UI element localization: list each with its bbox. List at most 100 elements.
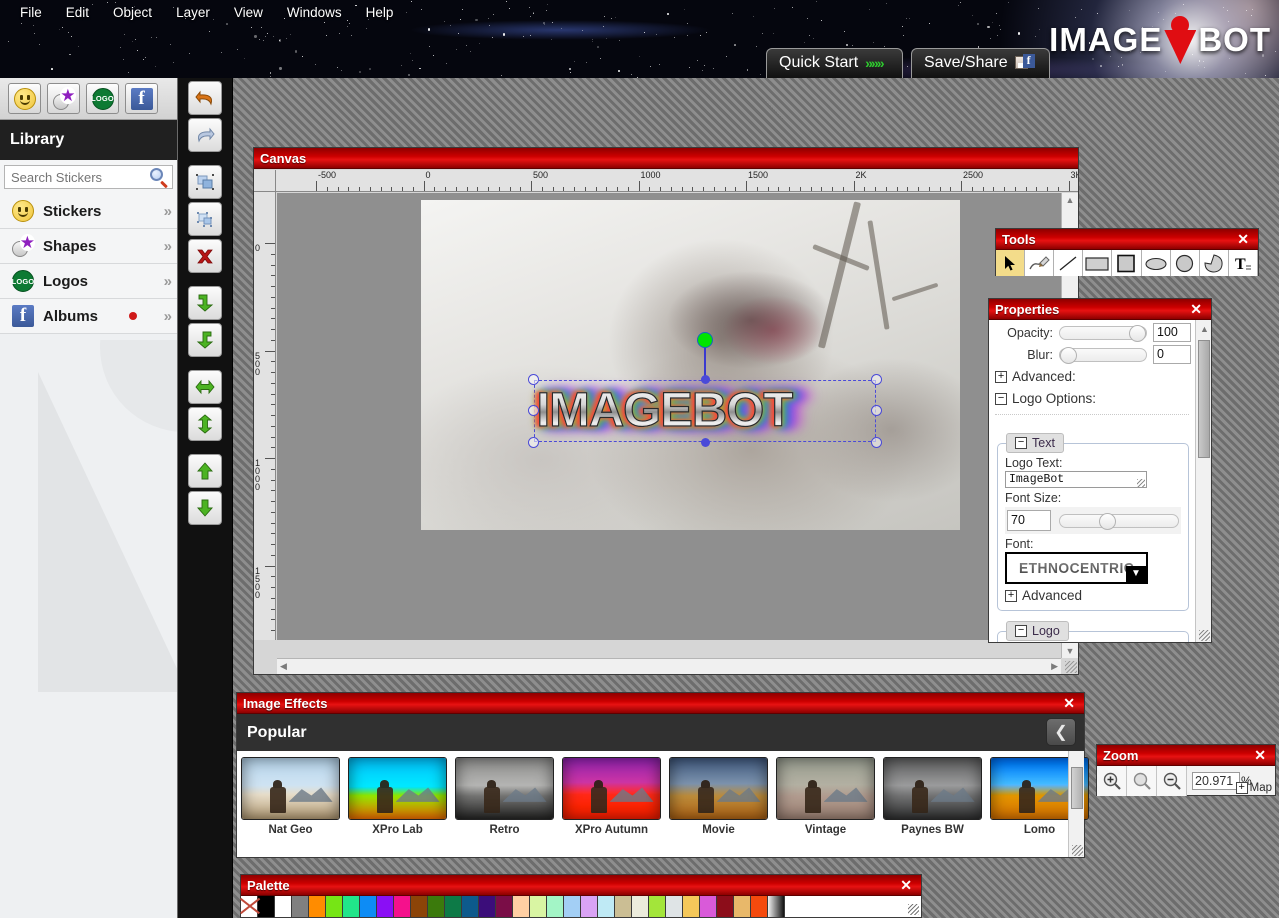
blob-shape-tool[interactable] [1199, 250, 1229, 276]
effect-thumbnail[interactable] [562, 757, 661, 820]
text-advanced-header[interactable]: + Advanced [1005, 584, 1181, 603]
shapes-tab[interactable]: ★ [47, 83, 80, 114]
close-icon[interactable]: ✕ [1060, 695, 1078, 712]
canvas-titlebar[interactable]: Canvas [254, 148, 1078, 169]
effect-item[interactable]: Movie [669, 757, 768, 857]
color-swatch[interactable] [683, 896, 700, 917]
zoom-fit-button[interactable] [1127, 766, 1157, 796]
color-swatch[interactable] [258, 896, 275, 917]
effects-titlebar[interactable]: Image Effects ✕ [237, 693, 1084, 714]
menu-item-file[interactable]: File [8, 2, 54, 23]
ellipse-tool[interactable] [1141, 250, 1171, 276]
effect-thumbnail[interactable] [883, 757, 982, 820]
back-arrow-icon[interactable]: ❮ [1046, 718, 1076, 746]
tools-titlebar[interactable]: Tools ✕ [996, 229, 1258, 250]
color-swatch[interactable] [547, 896, 564, 917]
expand-icon[interactable]: + [1005, 589, 1017, 602]
rotate-handle[interactable] [697, 332, 713, 348]
font-size-slider[interactable] [1059, 512, 1179, 530]
menu-item-edit[interactable]: Edit [54, 2, 101, 23]
color-swatch[interactable] [343, 896, 360, 917]
ungroup-button[interactable] [188, 202, 222, 236]
canvas-horizontal-scrollbar[interactable]: ◀ ▶ [277, 658, 1061, 674]
effects-resize-grip[interactable] [1072, 845, 1083, 856]
color-swatch[interactable] [615, 896, 632, 917]
opacity-slider[interactable] [1059, 324, 1147, 342]
bring-forward-button[interactable] [188, 323, 222, 357]
logo-options-section-header[interactable]: − Logo Options: [989, 386, 1195, 408]
move-up-button[interactable] [188, 454, 222, 488]
color-swatch[interactable] [394, 896, 411, 917]
quick-start-button[interactable]: Quick Start »»» [766, 48, 903, 78]
color-swatch[interactable] [445, 896, 462, 917]
text-tool[interactable]: T [1228, 250, 1258, 276]
sidebar-item-albums[interactable]: f Albums » [0, 299, 177, 334]
close-icon[interactable]: ✕ [1187, 301, 1205, 318]
effect-item[interactable]: XPro Autumn [562, 757, 661, 857]
color-swatch[interactable] [734, 896, 751, 917]
logo-text-input[interactable]: ImageBot [1005, 471, 1147, 488]
stickers-tab[interactable] [8, 83, 41, 114]
color-swatch[interactable] [275, 896, 292, 917]
resize-handle-tr[interactable] [871, 374, 882, 385]
textarea-resize-grip[interactable] [1137, 479, 1145, 487]
resize-handle-tl[interactable] [528, 374, 539, 385]
effect-thumbnail[interactable] [348, 757, 447, 820]
scroll-down-arrow[interactable]: ▼ [1066, 646, 1075, 656]
magnifier-icon[interactable] [150, 168, 168, 189]
rectangle-tool[interactable] [1083, 250, 1113, 276]
zoom-value-input[interactable]: 20.971 [1192, 772, 1240, 790]
resize-handle-t[interactable] [701, 375, 710, 384]
undo-button[interactable] [188, 81, 222, 115]
effect-item[interactable]: Nat Geo [241, 757, 340, 857]
zoom-in-button[interactable] [1097, 766, 1127, 796]
effect-thumbnail[interactable] [241, 757, 340, 820]
effect-item[interactable]: XPro Lab [348, 757, 447, 857]
color-swatch[interactable] [666, 896, 683, 917]
color-swatch[interactable] [496, 896, 513, 917]
resize-handle-bl[interactable] [528, 437, 539, 448]
effects-scrollbar[interactable] [1068, 751, 1084, 857]
color-swatch[interactable] [411, 896, 428, 917]
chevron-down-icon[interactable]: ▼ [1126, 566, 1146, 582]
effect-item[interactable]: Vintage [776, 757, 875, 857]
font-select[interactable]: ETHNOCENTRIC ▼ [1005, 552, 1148, 584]
effect-thumbnail[interactable] [669, 757, 768, 820]
zoom-out-button[interactable] [1157, 766, 1187, 796]
close-icon[interactable]: ✕ [1234, 231, 1252, 248]
menu-item-layer[interactable]: Layer [164, 2, 222, 23]
blur-slider[interactable] [1059, 346, 1147, 364]
color-swatch[interactable] [428, 896, 445, 917]
color-swatch[interactable] [377, 896, 394, 917]
circle-tool[interactable] [1170, 250, 1200, 276]
color-swatch[interactable] [462, 896, 479, 917]
opacity-value[interactable]: 100 [1153, 323, 1191, 342]
flip-vertical-button[interactable] [188, 407, 222, 441]
blur-value[interactable]: 0 [1153, 345, 1191, 364]
line-tool[interactable] [1054, 250, 1084, 276]
zoom-titlebar[interactable]: Zoom ✕ [1097, 745, 1275, 766]
canvas-resize-grip[interactable] [1065, 661, 1077, 673]
color-swatch[interactable] [513, 896, 530, 917]
expand-icon[interactable]: + [1235, 782, 1248, 794]
color-swatch[interactable] [479, 896, 496, 917]
text-group-legend[interactable]: − Text [1006, 433, 1064, 453]
palette-titlebar[interactable]: Palette ✕ [241, 875, 921, 896]
resize-handle-br[interactable] [871, 437, 882, 448]
group-button[interactable] [188, 165, 222, 199]
menu-item-object[interactable]: Object [101, 2, 164, 23]
close-icon[interactable]: ✕ [897, 877, 915, 894]
resize-handle-l[interactable] [528, 405, 539, 416]
effect-thumbnail[interactable] [776, 757, 875, 820]
logo-group-legend[interactable]: − Logo [1006, 621, 1069, 641]
color-swatch[interactable] [292, 896, 309, 917]
menu-item-view[interactable]: View [222, 2, 275, 23]
albums-tab[interactable]: f [125, 83, 158, 114]
collapse-icon[interactable]: − [1015, 437, 1027, 449]
properties-titlebar[interactable]: Properties ✕ [989, 299, 1211, 320]
sidebar-item-shapes[interactable]: ★ Shapes » [0, 229, 177, 264]
canvas-viewport[interactable]: IMAGEBOT [277, 193, 1061, 640]
scroll-right-arrow[interactable]: ▶ [1051, 661, 1058, 672]
color-swatch[interactable] [649, 896, 666, 917]
scroll-left-arrow[interactable]: ◀ [280, 661, 287, 672]
